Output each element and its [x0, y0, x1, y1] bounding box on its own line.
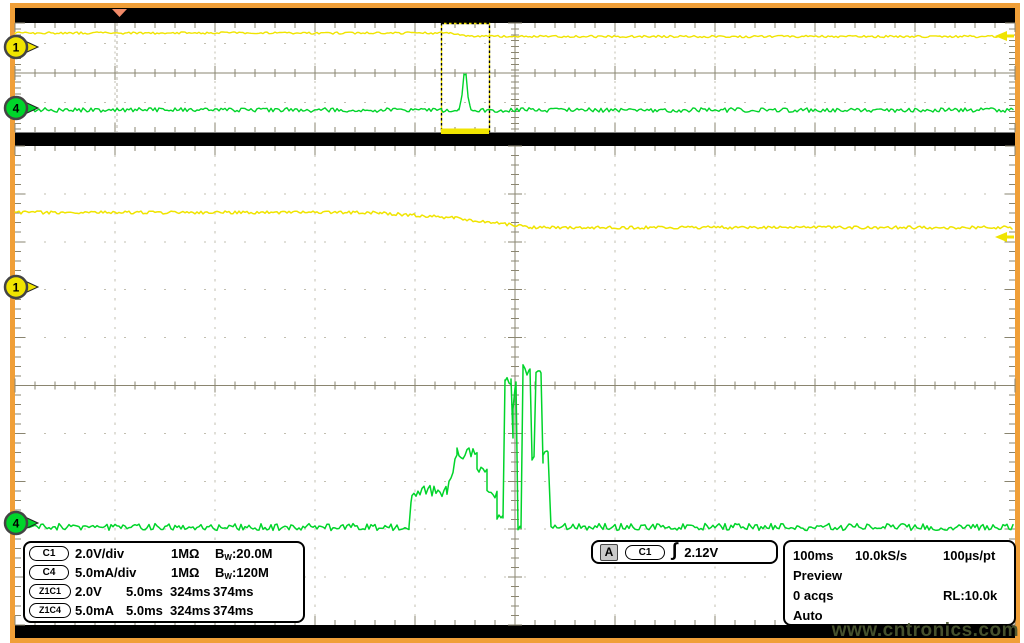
overview-ch1-position-marker[interactable]: 1: [5, 36, 38, 58]
zoom-window[interactable]: [441, 24, 490, 135]
top-bar: [15, 8, 1015, 23]
ch4-scale: 5.0mA/div: [75, 565, 171, 580]
main-ch1-position-marker[interactable]: 1: [5, 276, 38, 298]
rising-edge-icon: ∫: [672, 542, 677, 560]
zoom1-ch4-readout-row: Z1C4 5.0mA 5.0ms 324ms 374ms: [27, 601, 301, 620]
z1c1-position: 324ms: [170, 584, 213, 599]
z1c4-position2: 374ms: [213, 603, 301, 618]
z1c4-badge[interactable]: Z1C4: [29, 603, 71, 618]
ch4-badge[interactable]: C4: [29, 565, 69, 580]
zoom1-ch1-readout-row: Z1C1 2.0V 5.0ms 324ms 374ms: [27, 582, 301, 601]
ch1-scale: 2.0V/div: [75, 546, 171, 561]
z1c1-scale: 2.0V: [75, 584, 126, 599]
z1c1-position2: 374ms: [213, 584, 301, 599]
trigger-readout-box[interactable]: A C1 ∫ 2.12V: [591, 540, 778, 564]
horizontal-readout-box[interactable]: 100ms 10.0kS/s 100µs/pt Preview 0 acqs R…: [783, 540, 1016, 626]
ch1-readout-row: C1 2.0V/div 1MΩ BW:20.0M: [27, 544, 301, 563]
acquisition-status-row: Preview: [793, 565, 1014, 585]
overview-graticule: [15, 23, 1015, 132]
main-ch4-position-marker[interactable]: 4: [5, 512, 38, 534]
z1c1-badge[interactable]: Z1C1: [29, 584, 71, 599]
ch4-impedance: 1MΩ: [171, 565, 215, 580]
ch1-impedance: 1MΩ: [171, 546, 215, 561]
sample-rate: 10.0kS/s: [855, 548, 943, 563]
z1c4-timebase: 5.0ms: [126, 603, 170, 618]
acquisition-count-row: 0 acqs RL:10.0k: [793, 585, 1014, 605]
resolution: 100µs/pt: [943, 548, 1014, 563]
svg-text:1: 1: [13, 281, 20, 295]
z1c4-scale: 5.0mA: [75, 603, 126, 618]
ch1-badge[interactable]: C1: [29, 546, 69, 561]
overview-ch4-position-marker[interactable]: 4: [5, 97, 38, 119]
main-ch4-trace: [15, 365, 1013, 531]
main-ch1-trace: [15, 211, 1012, 229]
overview-ch1-level-arrow[interactable]: [995, 31, 1014, 41]
ch4-bandwidth: BW:120M: [215, 565, 301, 581]
svg-text:4: 4: [13, 102, 20, 116]
overview-ch4-trace: [15, 74, 1013, 112]
panel-separator: [15, 133, 1015, 147]
oscilloscope-screen: 1 4 1 4 C1 2.0V/div 1MΩ BW:20.0M C4 5.0mA/d…: [0, 0, 1024, 643]
z1c1-timebase: 5.0ms: [126, 584, 170, 599]
svg-text:4: 4: [13, 517, 20, 531]
horizontal-row: 100ms 10.0kS/s 100µs/pt: [793, 545, 1014, 565]
watermark: www.cntronics.com: [832, 620, 1019, 642]
zoom-window-bottom-bar: [441, 129, 489, 135]
z1c4-position: 324ms: [170, 603, 213, 618]
acquisition-count: 0 acqs: [793, 588, 943, 603]
acquisition-mode: Auto: [793, 608, 823, 623]
trigger-source-badge[interactable]: C1: [625, 545, 665, 560]
ch1-bandwidth: BW:20.0M: [215, 546, 301, 562]
timebase: 100ms: [793, 548, 855, 563]
trigger-mode-badge[interactable]: A: [600, 544, 618, 561]
acquisition-status: Preview: [793, 568, 842, 583]
trigger-level-arrow[interactable]: [995, 232, 1014, 242]
svg-text:1: 1: [13, 41, 20, 55]
ch4-readout-row: C4 5.0mA/div 1MΩ BW:120M: [27, 563, 301, 582]
record-length: RL:10.0k: [943, 588, 1014, 603]
vertical-readout-box: C1 2.0V/div 1MΩ BW:20.0M C4 5.0mA/div 1M…: [23, 541, 305, 623]
trigger-level: 2.12V: [684, 545, 718, 560]
